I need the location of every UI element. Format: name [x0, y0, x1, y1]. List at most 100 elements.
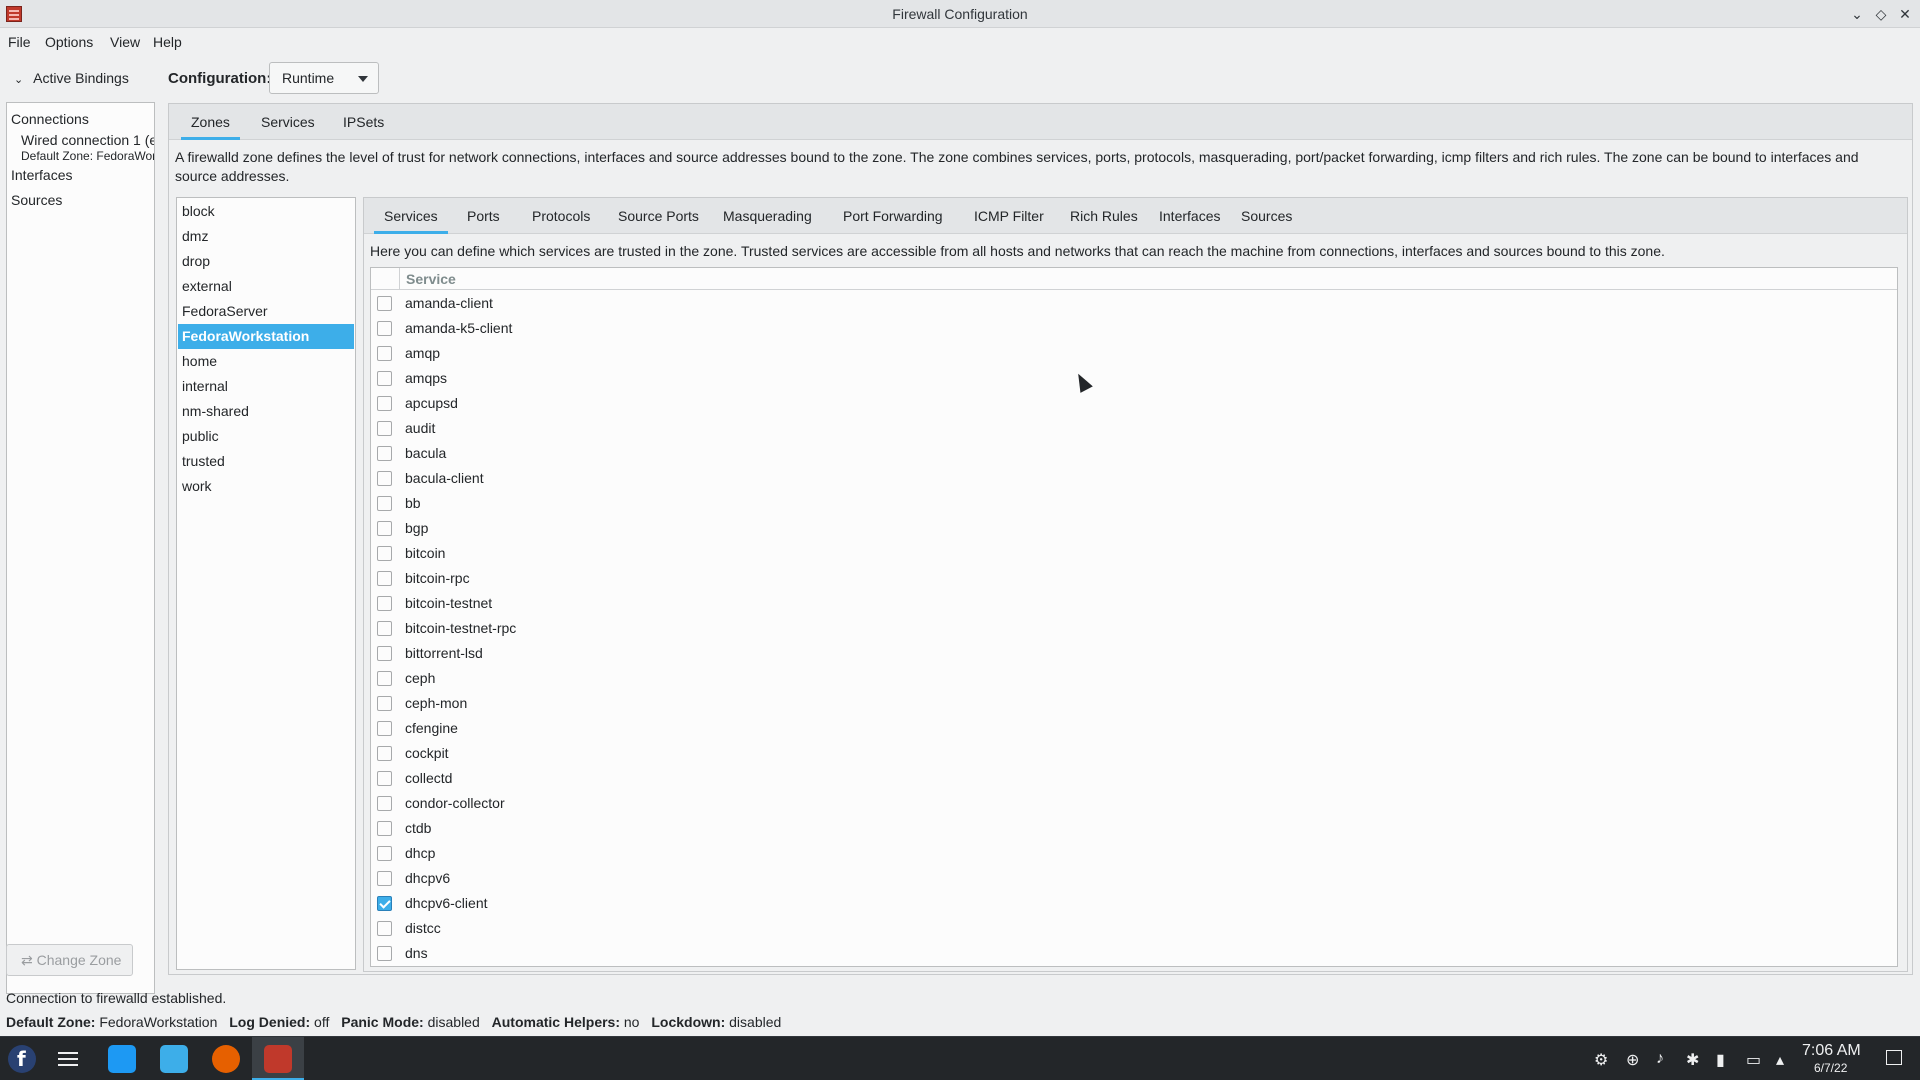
table-row[interactable]: dhcpv6-client: [371, 891, 1897, 916]
table-row[interactable]: bitcoin: [371, 541, 1897, 566]
service-checkbox[interactable]: [377, 596, 392, 611]
service-checkbox[interactable]: [377, 446, 392, 461]
file-manager-icon[interactable]: [160, 1045, 188, 1073]
close-button[interactable]: ✕: [1895, 4, 1915, 24]
zone-item-dmz[interactable]: dmz: [178, 224, 354, 249]
network-icon[interactable]: ▭: [1746, 1050, 1761, 1070]
menu-help[interactable]: Help: [153, 34, 182, 50]
zone-item-drop[interactable]: drop: [178, 249, 354, 274]
zone-item-external[interactable]: external: [178, 274, 354, 299]
table-row[interactable]: bacula: [371, 441, 1897, 466]
service-checkbox[interactable]: [377, 396, 392, 411]
software-store-icon[interactable]: [108, 1045, 136, 1073]
table-row[interactable]: ceph-mon: [371, 691, 1897, 716]
zone-item-public[interactable]: public: [178, 424, 354, 449]
table-row[interactable]: bacula-client: [371, 466, 1897, 491]
connection-item[interactable]: Wired connection 1 (e: [21, 132, 154, 148]
service-checkbox[interactable]: [377, 521, 392, 536]
service-checkbox[interactable]: [377, 546, 392, 561]
service-checkbox[interactable]: [377, 371, 392, 386]
service-checkbox[interactable]: [377, 571, 392, 586]
zone-item-home[interactable]: home: [178, 349, 354, 374]
tab-zone-sources[interactable]: Sources: [1239, 208, 1294, 224]
tab-zones[interactable]: Zones: [181, 114, 240, 140]
service-column-header[interactable]: Service: [406, 271, 456, 287]
menu-options[interactable]: Options: [45, 34, 93, 50]
table-row[interactable]: dns: [371, 941, 1897, 966]
tab-zone-services[interactable]: Services: [374, 208, 448, 234]
table-row[interactable]: amanda-client: [371, 291, 1897, 316]
zone-item-work[interactable]: work: [178, 474, 354, 499]
table-row[interactable]: amanda-k5-client: [371, 316, 1897, 341]
fedora-launcher-icon[interactable]: [8, 1045, 36, 1073]
settings-icon[interactable]: [54, 1045, 82, 1073]
table-row[interactable]: bitcoin-rpc: [371, 566, 1897, 591]
table-row[interactable]: amqps: [371, 366, 1897, 391]
tab-zone-interfaces[interactable]: Interfaces: [1157, 208, 1222, 224]
table-row[interactable]: distcc: [371, 916, 1897, 941]
service-checkbox[interactable]: [377, 321, 392, 336]
table-row[interactable]: audit: [371, 416, 1897, 441]
service-checkbox[interactable]: [377, 471, 392, 486]
firefox-icon[interactable]: [212, 1045, 240, 1073]
table-row[interactable]: cfengine: [371, 716, 1897, 741]
service-checkbox[interactable]: [377, 896, 392, 911]
clock-date[interactable]: 6/7/22: [1814, 1061, 1847, 1075]
table-row[interactable]: bb: [371, 491, 1897, 516]
tab-zone-icmp-filter[interactable]: ICMP Filter: [972, 208, 1046, 224]
table-row[interactable]: amqp: [371, 341, 1897, 366]
service-checkbox[interactable]: [377, 921, 392, 936]
table-row[interactable]: bitcoin-testnet: [371, 591, 1897, 616]
tab-zone-port-forwarding[interactable]: Port Forwarding: [841, 208, 945, 224]
table-row[interactable]: apcupsd: [371, 391, 1897, 416]
service-checkbox[interactable]: [377, 646, 392, 661]
zone-item-internal[interactable]: internal: [178, 374, 354, 399]
zone-item-fedoraworkstation[interactable]: FedoraWorkstation: [178, 324, 354, 349]
tab-services[interactable]: Services: [259, 114, 317, 130]
service-checkbox[interactable]: [377, 771, 392, 786]
clock-time[interactable]: 7:06 AM: [1802, 1042, 1861, 1060]
table-row[interactable]: dhcp: [371, 841, 1897, 866]
table-row[interactable]: bgp: [371, 516, 1897, 541]
table-row[interactable]: bitcoin-testnet-rpc: [371, 616, 1897, 641]
storage-icon[interactable]: ▮: [1716, 1050, 1725, 1070]
service-checkbox[interactable]: [377, 846, 392, 861]
zone-item-trusted[interactable]: trusted: [178, 449, 354, 474]
table-row[interactable]: bittorrent-lsd: [371, 641, 1897, 666]
tab-zone-masquerading[interactable]: Masquerading: [721, 208, 814, 224]
menu-file[interactable]: File: [8, 34, 31, 50]
service-checkbox[interactable]: [377, 621, 392, 636]
service-checkbox[interactable]: [377, 696, 392, 711]
minimize-button[interactable]: ⌄: [1847, 4, 1867, 24]
table-row[interactable]: dhcpv6: [371, 866, 1897, 891]
tray-expand-icon[interactable]: ▴: [1776, 1050, 1784, 1070]
service-checkbox[interactable]: [377, 296, 392, 311]
configuration-select[interactable]: Runtime: [269, 62, 379, 94]
service-checkbox[interactable]: [377, 671, 392, 686]
tab-zone-ports[interactable]: Ports: [465, 208, 502, 224]
zone-item-nm-shared[interactable]: nm-shared: [178, 399, 354, 424]
updates-icon[interactable]: ⊕: [1626, 1050, 1639, 1070]
service-checkbox[interactable]: [377, 946, 392, 961]
tab-ipsets[interactable]: IPSets: [341, 114, 386, 130]
service-checkbox[interactable]: [377, 821, 392, 836]
tab-zone-rich-rules[interactable]: Rich Rules: [1068, 208, 1140, 224]
service-checkbox[interactable]: [377, 496, 392, 511]
zone-item-block[interactable]: block: [178, 199, 354, 224]
volume-icon[interactable]: ♪: [1656, 1050, 1664, 1068]
bluetooth-icon[interactable]: ✱: [1686, 1050, 1699, 1070]
change-zone-button[interactable]: ⇄ Change Zone: [6, 944, 133, 976]
table-row[interactable]: ceph: [371, 666, 1897, 691]
network-share-icon[interactable]: ⚙: [1594, 1050, 1608, 1070]
service-checkbox[interactable]: [377, 421, 392, 436]
tab-zone-source-ports[interactable]: Source Ports: [616, 208, 701, 224]
maximize-button[interactable]: ◇: [1871, 4, 1891, 24]
zone-item-fedoraserver[interactable]: FedoraServer: [178, 299, 354, 324]
table-row[interactable]: collectd: [371, 766, 1897, 791]
service-checkbox[interactable]: [377, 796, 392, 811]
active-bindings-toggle[interactable]: ⌄ Active Bindings: [14, 70, 129, 86]
service-checkbox[interactable]: [377, 871, 392, 886]
service-checkbox[interactable]: [377, 346, 392, 361]
menu-view[interactable]: View: [110, 34, 140, 50]
table-row[interactable]: condor-collector: [371, 791, 1897, 816]
